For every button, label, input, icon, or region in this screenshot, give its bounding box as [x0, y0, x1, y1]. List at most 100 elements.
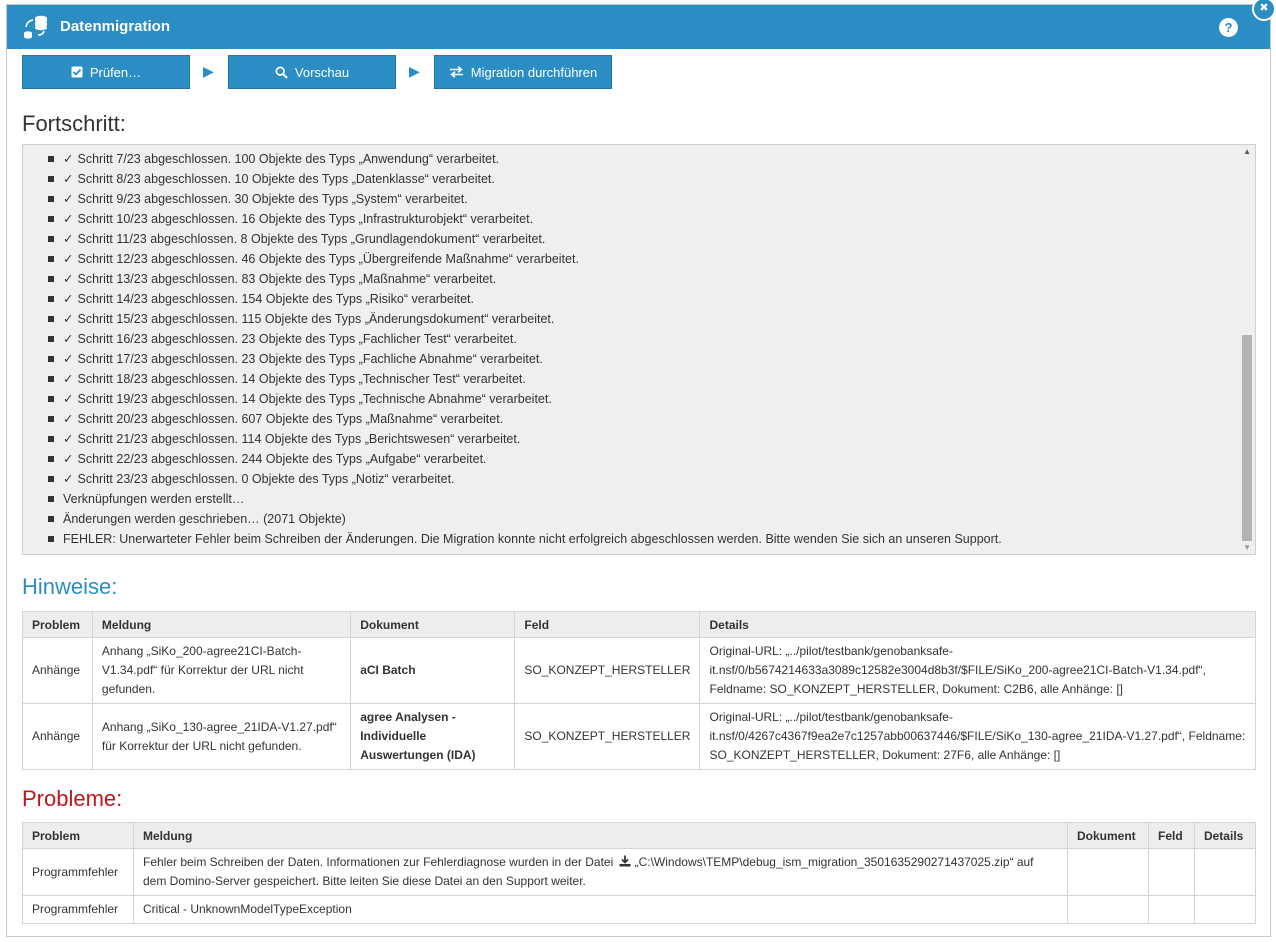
download-icon[interactable] [619, 855, 631, 867]
checkmark-icon: ✓ [63, 352, 74, 366]
checkmark-icon: ✓ [63, 412, 74, 426]
checkmark-icon: ✓ [63, 212, 74, 226]
progress-heading: Fortschritt: [22, 111, 126, 136]
cell-message: Fehler beim Schreiben der Daten. Informa… [132, 848, 1069, 896]
progress-log[interactable]: ✓ Schritt 7/23 abgeschlossen. 100 Objekte… [22, 144, 1256, 555]
table-row: Programmfehler Critical - UnknownModelTy… [22, 895, 1257, 924]
scrollbar-thumb[interactable] [1242, 335, 1252, 541]
column-header: Feld [1147, 822, 1195, 849]
checkmark-icon: ✓ [63, 432, 74, 446]
checkmark-icon: ✓ [63, 332, 74, 346]
exchange-arrows-icon [449, 66, 463, 78]
progress-item-text: Schritt 16/23 abgeschlossen. 23 Objekte … [77, 332, 517, 346]
cell-field [1147, 848, 1195, 896]
progress-item: ✓ Schritt 20/23 abgeschlossen. 607 Objekt… [23, 409, 1233, 429]
progress-item: ✓ Schritt 10/23 abgeschlossen. 16 Objekte… [23, 209, 1233, 229]
check-button-label: Prüfen… [89, 64, 142, 80]
progress-item-text: Schritt 12/23 abgeschlossen. 46 Objekte … [77, 252, 579, 266]
cell-field [1147, 895, 1195, 924]
problems-heading: Probleme: [22, 786, 123, 811]
column-header: Details [1193, 822, 1257, 849]
progress-item: ✓ Schritt 7/23 abgeschlossen. 100 Objekte… [23, 149, 1233, 169]
cell-problem: Programmfehler [22, 848, 134, 896]
cell-details: Original-URL: „../pilot/testbank/genoban… [699, 703, 1256, 770]
progress-item-text: Verknüpfungen werden erstellt… [63, 492, 245, 506]
cell-message: Critical - UnknownModelTypeException [132, 895, 1069, 924]
progress-item-text: Schritt 23/23 abgeschlossen. 0 Objekte d… [77, 472, 455, 486]
cell-message: Anhang „SiKo_130-agree_21IDA-V1.27.pdf“ … [91, 703, 352, 770]
checkmark-icon: ✓ [63, 312, 74, 326]
progress-item: ✓ Schritt 18/23 abgeschlossen. 14 Objekte… [23, 369, 1233, 389]
progress-list: ✓ Schritt 7/23 abgeschlossen. 100 Objekte… [23, 149, 1233, 549]
column-header: Details [699, 611, 1256, 638]
table-row: Anhänge Anhang „SiKo_200-agree21CI-Batch… [22, 637, 1256, 704]
checkmark-icon: ✓ [63, 372, 74, 386]
progress-item-text: Schritt 15/23 abgeschlossen. 115 Objekte… [77, 312, 555, 326]
cell-document [1067, 848, 1149, 896]
checkmark-icon: ✓ [63, 272, 74, 286]
cell-problem: Anhänge [22, 703, 93, 770]
progress-item: ✓ Schritt 13/23 abgeschlossen. 83 Objekte… [23, 269, 1233, 289]
checkmark-icon: ✓ [63, 192, 74, 206]
progress-item: ✓ Schritt 23/23 abgeschlossen. 0 Objekte … [23, 469, 1233, 489]
debug-file-link[interactable]: „C:\Windows\TEMP\debug_ism_migration_350… [635, 855, 1014, 869]
progress-item-text: Schritt 11/23 abgeschlossen. 8 Objekte d… [77, 232, 546, 246]
hints-table: Problem Meldung Dokument Feld Details An… [22, 611, 1256, 770]
check-button[interactable]: Prüfen… [22, 55, 190, 89]
progress-item: Änderungen werden geschrieben… (2071 Obj… [23, 509, 1233, 529]
checkmark-icon: ✓ [63, 472, 74, 486]
dialog-title: Datenmigration [60, 18, 171, 35]
scroll-down-icon[interactable]: ▼ [1243, 543, 1251, 552]
run-migration-button[interactable]: Migration durchführen [434, 55, 612, 89]
checkmark-icon: ✓ [63, 452, 74, 466]
cell-problem: Anhänge [22, 637, 93, 704]
progress-item-text: Änderungen werden geschrieben… (2071 Obj… [63, 512, 346, 526]
checkmark-icon: ✓ [63, 232, 74, 246]
progress-item-text: Schritt 17/23 abgeschlossen. 23 Objekte … [77, 352, 543, 366]
problems-header-row: Problem Meldung Dokument Feld Details [22, 822, 1257, 849]
progress-item: ✓ Schritt 11/23 abgeschlossen. 8 Objekte … [23, 229, 1233, 249]
cell-document: agree Analysen - Individuelle Auswertung… [350, 703, 516, 770]
cell-message: Anhang „SiKo_200-agree21CI-Batch-V1.34.p… [91, 637, 352, 704]
progress-item: ✓ Schritt 8/23 abgeschlossen. 10 Objekte … [23, 169, 1233, 189]
checkmark-icon: ✓ [63, 392, 74, 406]
progress-item-text: Schritt 9/23 abgeschlossen. 30 Objekte d… [77, 192, 468, 206]
progress-item-text: FEHLER: Unerwarteter Fehler beim Schreib… [63, 532, 1002, 546]
cell-details [1193, 895, 1257, 924]
progress-item-text: Schritt 22/23 abgeschlossen. 244 Objekte… [77, 452, 487, 466]
cell-field: SO_KONZEPT_HERSTELLER [514, 703, 701, 770]
progress-item: Verknüpfungen werden erstellt… [23, 489, 1233, 509]
step-arrow-icon: ▶ [203, 63, 214, 79]
close-icon[interactable]: ✖ [1252, 0, 1276, 21]
progress-item-text: Schritt 18/23 abgeschlossen. 14 Objekte … [77, 372, 526, 386]
column-header: Meldung [132, 822, 1069, 849]
column-header: Meldung [91, 611, 352, 638]
cell-document: aCI Batch [350, 637, 516, 704]
progress-item: ✓ Schritt 22/23 abgeschlossen. 244 Objekt… [23, 449, 1233, 469]
progress-item-text: Schritt 20/23 abgeschlossen. 607 Objekte… [77, 412, 504, 426]
progress-item: ✓ Schritt 12/23 abgeschlossen. 46 Objekte… [23, 249, 1233, 269]
progress-item: ✓ Schritt 15/23 abgeschlossen. 115 Objekt… [23, 309, 1233, 329]
table-row: Programmfehler Fehler beim Schreiben der… [22, 848, 1257, 896]
cell-details [1193, 848, 1257, 896]
scroll-up-icon[interactable]: ▲ [1243, 147, 1251, 156]
progress-item-text: Schritt 13/23 abgeschlossen. 83 Objekte … [77, 272, 497, 286]
progress-item-text: Schritt 10/23 abgeschlossen. 16 Objekte … [77, 212, 534, 226]
progress-item-text: Schritt 19/23 abgeschlossen. 14 Objekte … [77, 392, 552, 406]
message-text: Fehler beim Schreiben der Daten. Informa… [142, 855, 614, 869]
cell-document [1067, 895, 1149, 924]
progress-item-text: Schritt 7/23 abgeschlossen. 100 Objekte … [77, 152, 500, 166]
database-sync-icon [24, 15, 47, 39]
progress-item: ✓ Schritt 14/23 abgeschlossen. 154 Objekt… [23, 289, 1233, 309]
preview-button[interactable]: Vorschau [228, 55, 396, 89]
run-migration-button-label: Migration durchführen [470, 64, 598, 80]
progress-item-text: Schritt 8/23 abgeschlossen. 10 Objekte d… [77, 172, 495, 186]
progress-scrollbar[interactable]: ▲ ▼ [1239, 145, 1255, 554]
help-icon[interactable]: ? [1219, 18, 1238, 37]
checkbox-icon [71, 66, 83, 78]
progress-item: ✓ Schritt 17/23 abgeschlossen. 23 Objekte… [23, 349, 1233, 369]
progress-item: ✓ Schritt 21/23 abgeschlossen. 114 Objekt… [23, 429, 1233, 449]
checkmark-icon: ✓ [63, 172, 74, 186]
column-header: Problem [22, 611, 93, 638]
cell-problem: Programmfehler [22, 895, 134, 924]
